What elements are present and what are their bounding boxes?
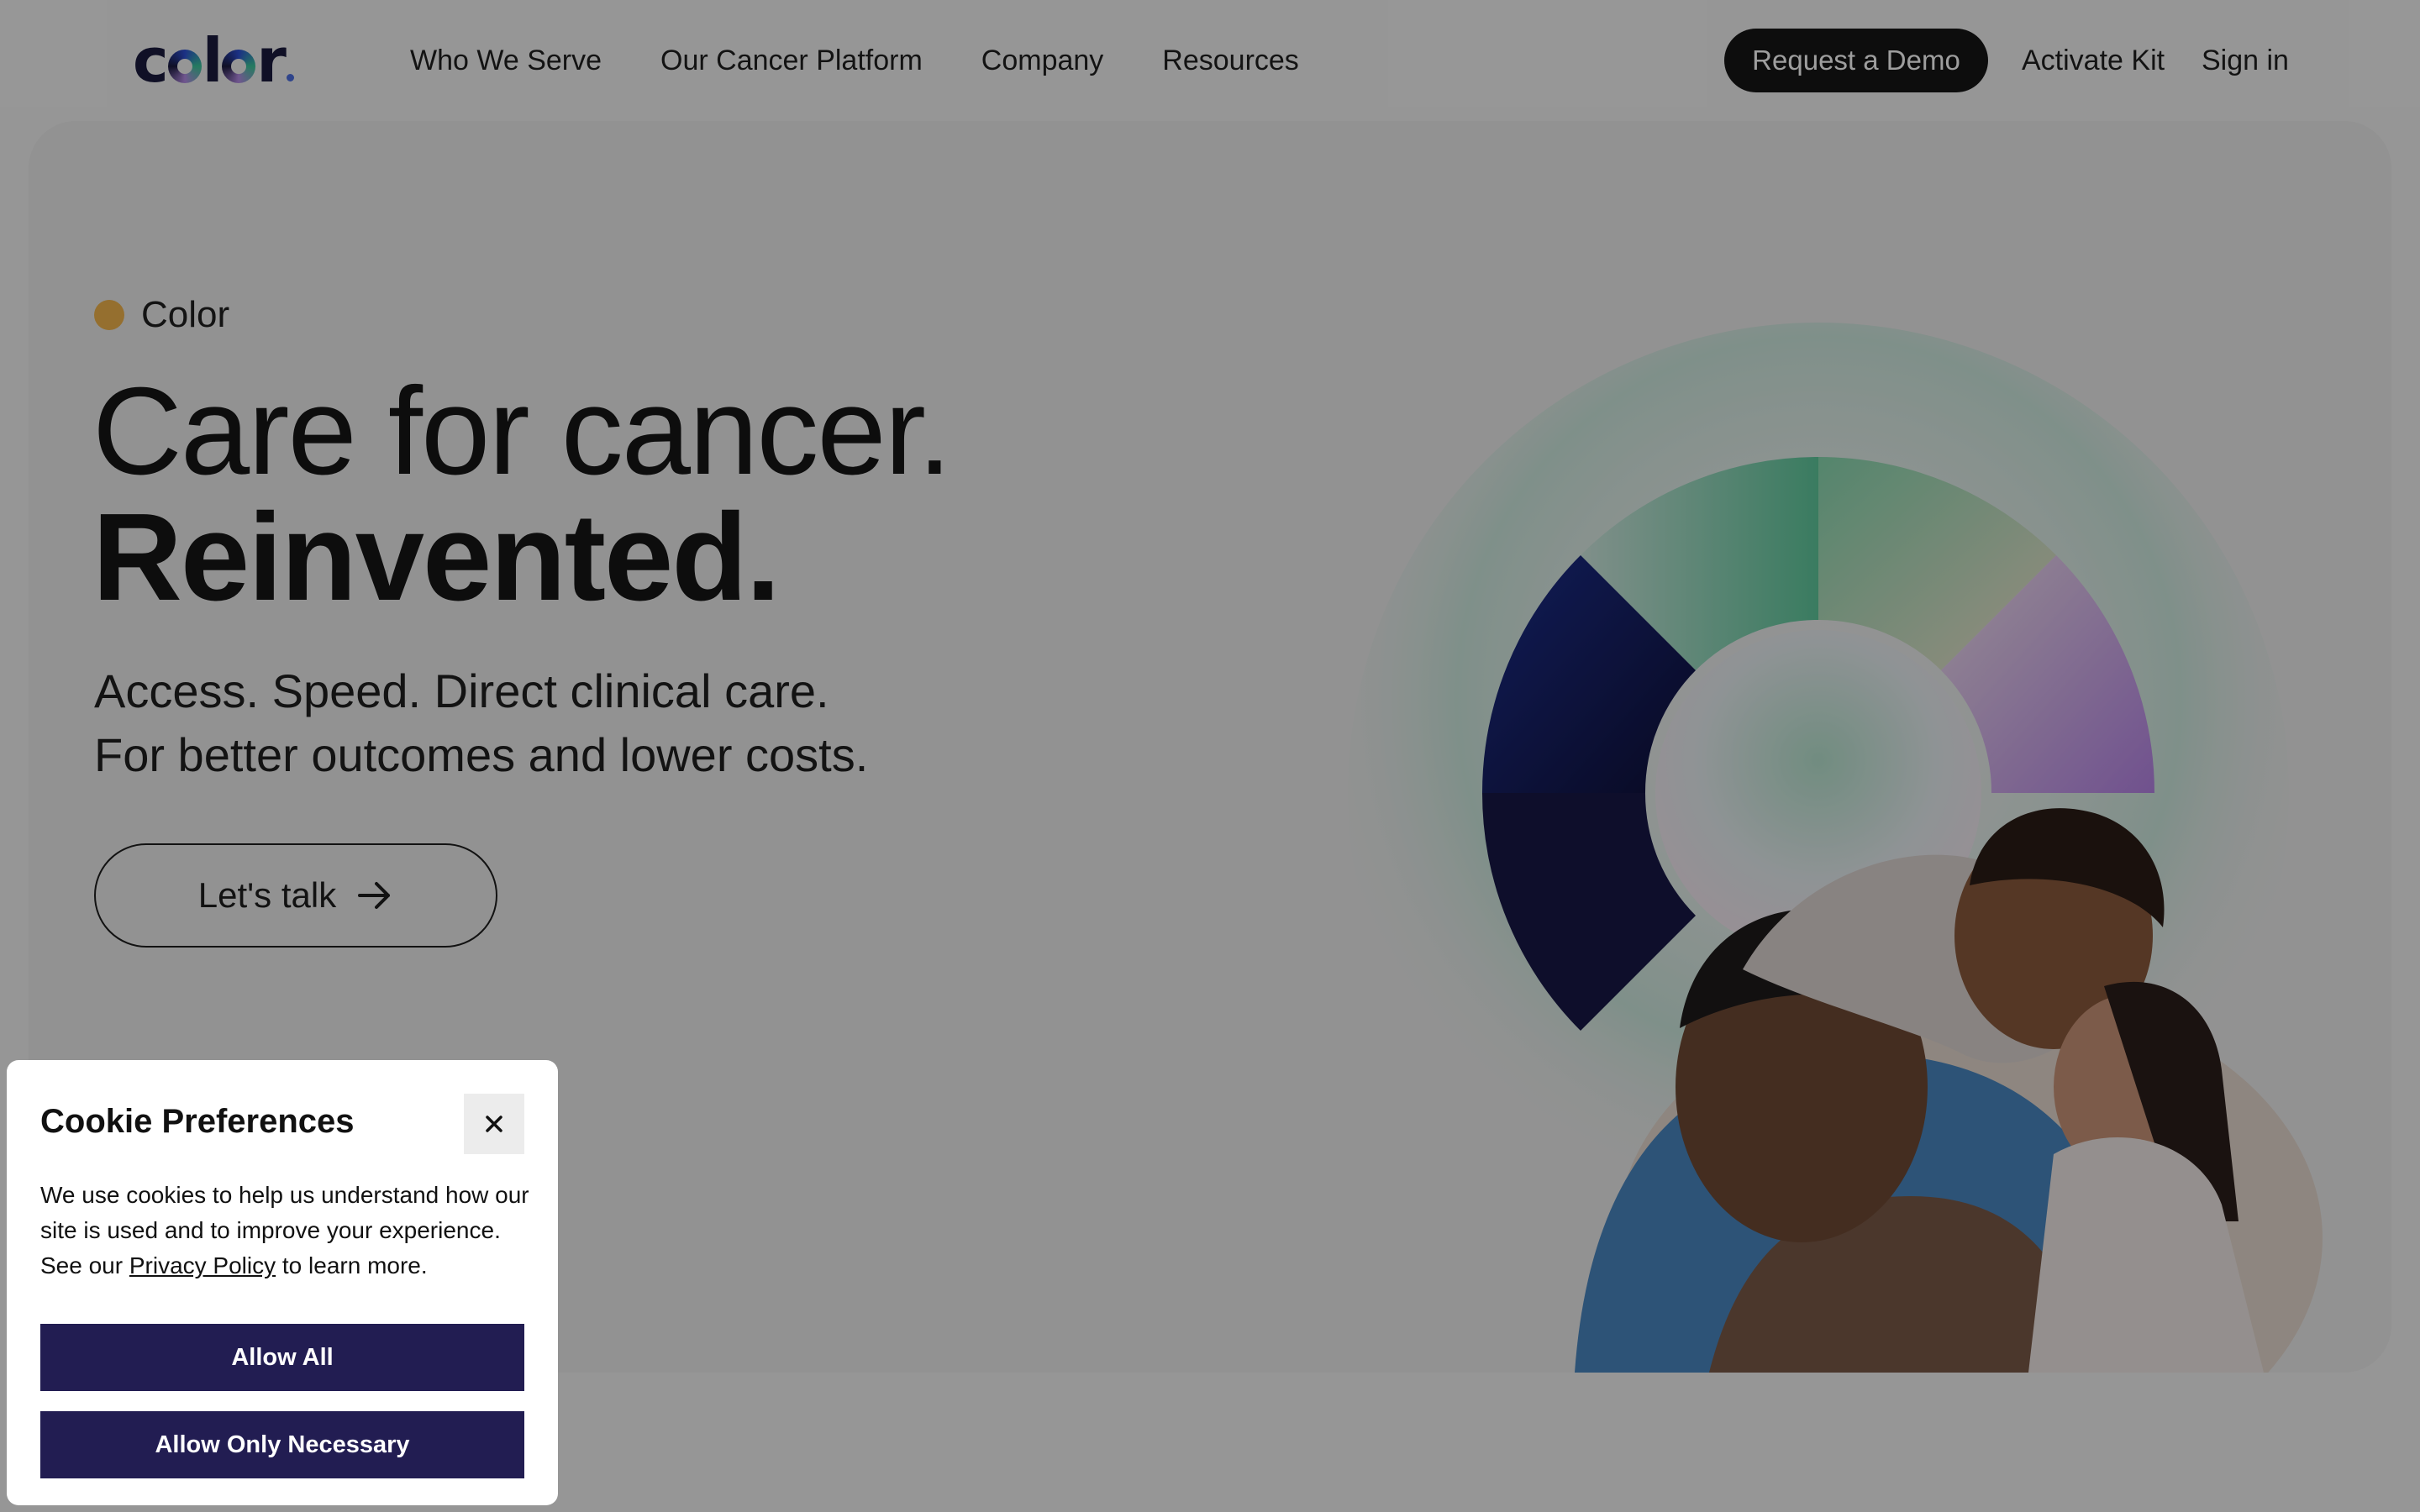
cookie-close-button[interactable]: [464, 1094, 524, 1154]
cookie-description: We use cookies to help us understand how…: [40, 1178, 536, 1284]
cookie-title: Cookie Preferences: [40, 1103, 355, 1140]
allow-all-button[interactable]: Allow All: [40, 1324, 524, 1391]
cookie-text-after: to learn more.: [276, 1252, 428, 1278]
privacy-policy-link[interactable]: Privacy Policy: [129, 1252, 276, 1278]
cookie-preferences-dialog: Cookie Preferences We use cookies to hel…: [7, 1060, 558, 1505]
allow-only-necessary-button[interactable]: Allow Only Necessary: [40, 1411, 524, 1478]
close-icon: [486, 1116, 502, 1132]
